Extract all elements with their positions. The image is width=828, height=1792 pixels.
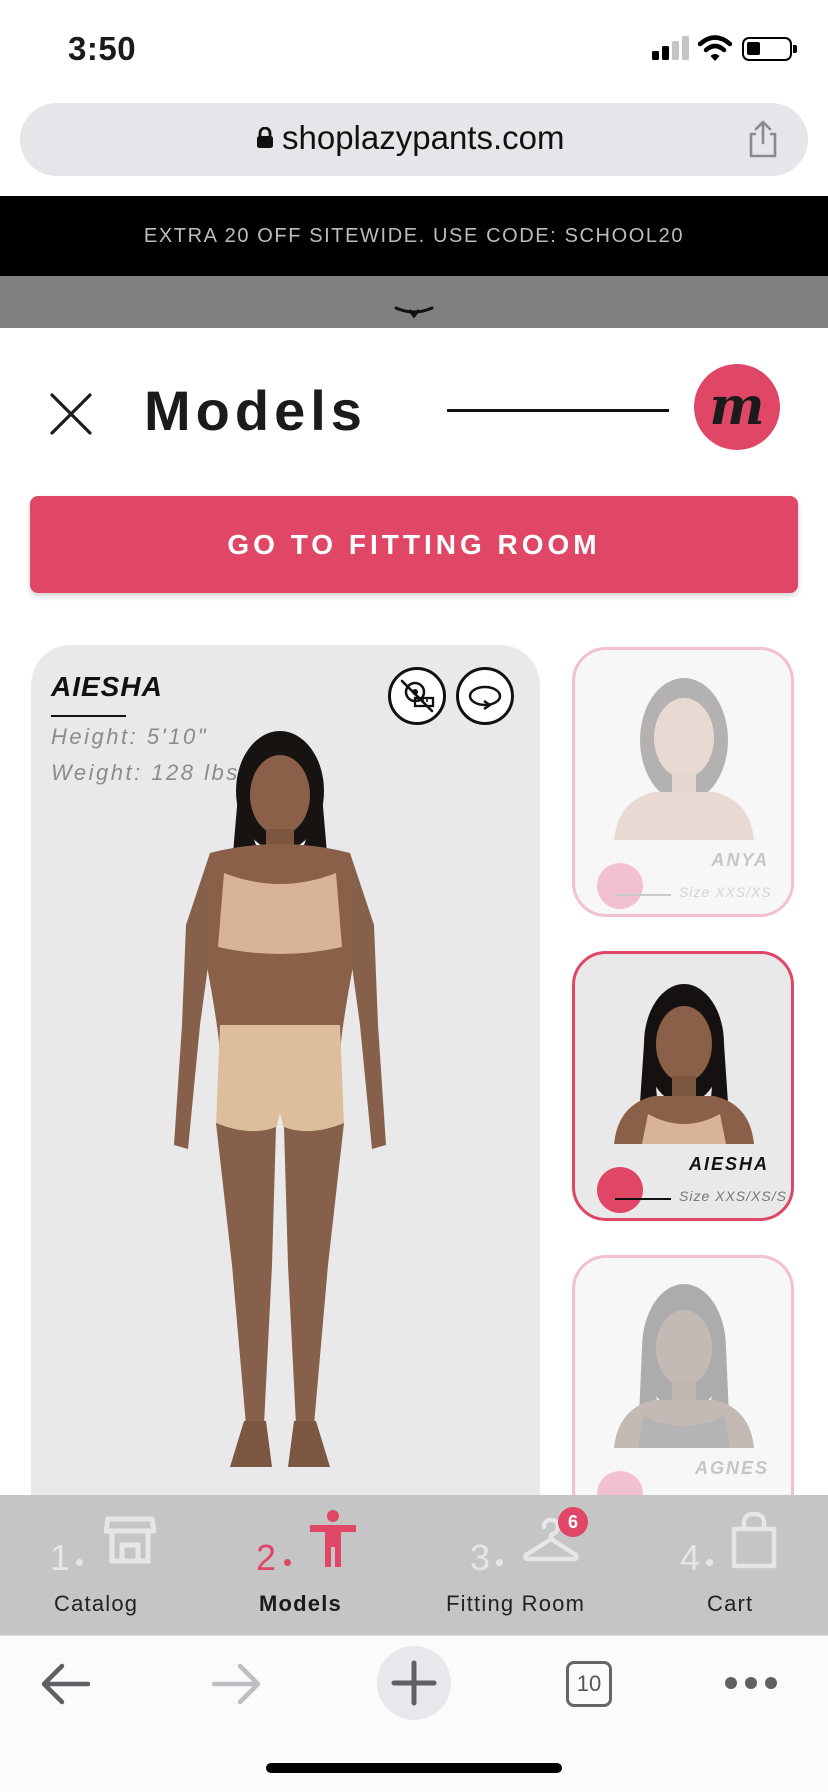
step-fitting-room[interactable]: 3 6 Fitting Room xyxy=(400,1495,630,1635)
model-thumbnail-name: ANYA xyxy=(711,850,769,870)
rotate-360-icon xyxy=(468,685,502,711)
more-options-icon[interactable] xyxy=(724,1676,778,1690)
step-dot xyxy=(706,1559,713,1566)
wifi-icon xyxy=(698,35,732,61)
step-catalog[interactable]: 1 Catalog xyxy=(0,1495,200,1635)
back-arrow-icon[interactable] xyxy=(40,1662,90,1706)
chevron-down-icon xyxy=(394,306,434,319)
model-name: AIESHA xyxy=(51,671,163,702)
model-portrait-image xyxy=(614,1284,754,1448)
model-select-indicator xyxy=(597,863,643,909)
model-full-body-image xyxy=(174,731,386,1467)
step-number: 4 xyxy=(680,1537,701,1578)
lock-icon xyxy=(257,127,273,148)
status-bar: 3:50 xyxy=(0,0,828,96)
promo-banner: EXTRA 20 OFF SITEWIDE. USE CODE: SCHOOL2… xyxy=(0,196,828,276)
size-divider xyxy=(615,894,671,896)
model-thumbnail-name: AIESHA xyxy=(688,1154,769,1174)
selected-model-card: AIESHA Height: 5'10" Weight: 128 lbs xyxy=(31,645,540,1495)
step-label: Catalog xyxy=(54,1591,139,1616)
model-size: Size XXS/XS xyxy=(679,884,772,900)
model-name-underline xyxy=(51,715,126,717)
promo-collapse-handle[interactable] xyxy=(0,276,828,328)
model-thumbnail-agnes[interactable]: AGNES xyxy=(572,1255,794,1525)
model-thumbnail-aiesha[interactable]: AIESHA Size XXS/XS/S xyxy=(572,951,794,1221)
address-bar[interactable]: shoplazypants.com xyxy=(20,103,808,176)
shopping-bag-icon xyxy=(731,1511,777,1569)
rotate-view-button[interactable] xyxy=(456,667,514,725)
step-dot xyxy=(76,1559,83,1566)
size-divider xyxy=(615,1198,671,1200)
step-dot xyxy=(284,1559,291,1566)
tab-switcher-button[interactable]: 10 xyxy=(566,1661,612,1707)
cellular-signal-icon xyxy=(652,36,690,60)
model-portrait-image xyxy=(614,678,754,840)
home-indicator[interactable] xyxy=(266,1763,562,1773)
step-number: 2 xyxy=(256,1537,277,1578)
step-models[interactable]: 2 Models xyxy=(200,1495,400,1635)
model-thumbnail-anya[interactable]: ANYA Size XXS/XS xyxy=(572,647,794,917)
measurements-toggle-button[interactable] xyxy=(388,667,446,725)
step-number: 1 xyxy=(50,1537,71,1578)
step-cart[interactable]: 4 Cart xyxy=(630,1495,828,1635)
step-label: Models xyxy=(259,1591,342,1616)
forward-arrow-icon[interactable] xyxy=(212,1662,262,1706)
fitting-room-count-badge: 6 xyxy=(558,1507,588,1537)
brand-logo[interactable]: m xyxy=(694,364,780,450)
step-label: Fitting Room xyxy=(446,1591,586,1616)
step-navigation: 1 Catalog 2 Models 3 6 Fitting Room 4 Ca… xyxy=(0,1495,828,1635)
header-divider xyxy=(447,409,669,412)
url-text[interactable]: shoplazypants.com xyxy=(282,119,564,157)
tape-measure-off-icon xyxy=(400,679,435,713)
person-icon xyxy=(310,1510,356,1567)
status-time: 3:50 xyxy=(68,30,137,67)
page-title: Models xyxy=(144,379,367,442)
model-size: Size XXS/XS/S xyxy=(679,1188,787,1204)
battery-icon xyxy=(742,37,797,61)
step-dot xyxy=(496,1559,503,1566)
go-to-fitting-room-button[interactable]: GO TO FITTING ROOM xyxy=(30,496,798,593)
step-label: Cart xyxy=(707,1591,754,1616)
model-portrait-image xyxy=(614,984,754,1144)
model-select-indicator xyxy=(597,1167,643,1213)
close-icon[interactable] xyxy=(50,393,92,435)
new-tab-button[interactable] xyxy=(377,1646,451,1720)
model-thumbnail-name: AGNES xyxy=(694,1458,769,1478)
step-number: 3 xyxy=(470,1537,491,1578)
storefront-icon xyxy=(104,1516,156,1564)
share-icon[interactable] xyxy=(746,119,780,159)
plus-icon xyxy=(391,1660,437,1706)
